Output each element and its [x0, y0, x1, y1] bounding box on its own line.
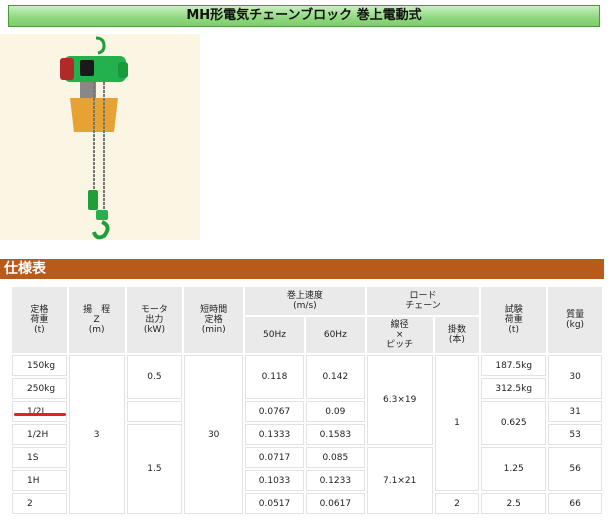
cell-speed60: 0.142 — [305, 355, 365, 399]
cell-capacity: 1/2H — [12, 424, 67, 445]
cell-falls: 1 — [434, 355, 480, 491]
cell-motor: 1.5 — [126, 424, 183, 514]
spec-table: 定格 荷重 (t) 揚 程 Z (m) モータ 出力 (kW) 短時間 定格 (min) 巻上速… — [10, 285, 604, 516]
product-image — [0, 34, 200, 240]
cell-weight: 53 — [548, 424, 602, 445]
header-60hz: 60Hz — [305, 317, 365, 353]
highlight-underline — [14, 413, 66, 416]
cell-test-load: 2.5 — [481, 493, 547, 514]
header-weight: 質量 (kg) — [548, 287, 602, 353]
cell-speed50: 0.118 — [245, 355, 304, 399]
header-dia-pitch: 線径 × ピッチ — [366, 317, 433, 353]
cell-motor-empty — [126, 401, 183, 422]
cell-weight: 30 — [548, 355, 602, 399]
cell-capacity: 250kg — [12, 378, 67, 399]
table-row: 150kg 3 0.5 30 0.118 0.142 6.3×19 1 187.… — [12, 355, 602, 514]
cell-speed60: 0.09 — [305, 401, 365, 422]
cell-capacity: 2 — [12, 493, 67, 514]
cell-speed60: 0.1233 — [305, 470, 365, 491]
spec-section-header: 仕様表 — [0, 259, 604, 279]
cell-motor: 0.5 — [126, 355, 183, 399]
header-lift: 揚 程 Z (m) — [68, 287, 125, 353]
header-test-load: 試験 荷重 (t) — [481, 287, 547, 353]
cell-test-load: 187.5kg — [481, 355, 547, 376]
cell-chain: 7.1×21 — [366, 447, 433, 514]
cell-test-load: 1.25 — [481, 447, 547, 491]
cell-speed60: 0.1583 — [305, 424, 365, 445]
page-title: MH形電気チェーンブロック 巻上電動式 — [8, 5, 600, 27]
cell-weight: 66 — [548, 493, 602, 514]
cell-lift: 3 — [68, 355, 125, 514]
cell-speed50: 0.0767 — [245, 401, 304, 422]
cell-capacity: 150kg — [12, 355, 67, 376]
cell-speed60: 0.0617 — [305, 493, 365, 514]
cell-test-load: 312.5kg — [481, 378, 547, 399]
cell-test-load: 0.625 — [481, 401, 547, 445]
cell-capacity: 1/2L — [12, 401, 67, 422]
header-load-chain: ロード チェーン — [366, 287, 480, 315]
cell-capacity: 1H — [12, 470, 67, 491]
header-falls: 掛数 (本) — [434, 317, 480, 353]
cell-speed60: 0.085 — [305, 447, 365, 468]
cell-chain: 6.3×19 — [366, 355, 433, 445]
cell-weight: 56 — [548, 447, 602, 491]
cell-speed50: 0.1333 — [245, 424, 304, 445]
cell-capacity: 1S — [12, 447, 67, 468]
header-rated-load: 定格 荷重 (t) — [12, 287, 67, 353]
header-short-time: 短時間 定格 (min) — [184, 287, 244, 353]
cell-speed50: 0.1033 — [245, 470, 304, 491]
cell-short-time: 30 — [184, 355, 244, 514]
cell-falls: 2 — [434, 493, 480, 514]
cell-speed50: 0.0717 — [245, 447, 304, 468]
header-motor: モータ 出力 (kW) — [126, 287, 183, 353]
cell-speed50: 0.0517 — [245, 493, 304, 514]
header-50hz: 50Hz — [245, 317, 304, 353]
header-speed: 巻上速度 (m/s) — [245, 287, 365, 315]
cell-weight: 31 — [548, 401, 602, 422]
